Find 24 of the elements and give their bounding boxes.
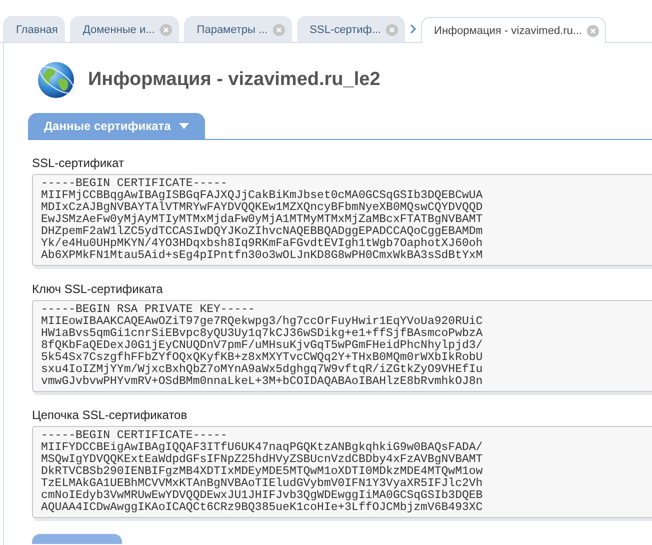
close-icon[interactable] xyxy=(272,24,285,36)
text-area[interactable]: -----BEGIN CERTIFICATE----- MIIFYDCCBEigAwIBAgIQQAF3ITfU6UK47naqPGQKtzANBgkqhkiG9w0BAQsFADA/ MSQwIgYDVQQKExtEaWdpdGFsIFNpZ25hdHVyZSBUcnVzdCBDby4xFzAVBgNVBAMT DkRTVCBSb290IENBIFgzMB4XDTIxMDEyMDE5MTQwM1oXDTI0MDkzMDE4MTQwM1ow TzELMAkGA1UEBhMCVVMxKTAnBgNVBAoTIEludGVybmV0IFN1Y3VyaXR5IFJlc2Vh cmNoIEdyb3VwMRUwEwYDVQQDEwxJU1JHIFJvb3QgWDEwggIiMA0GCSqGSIb3DQEB AQUAA4ICDwAwggIKAoICAQCt6CRz9BQ385ueK1coHIe+3LffOJCMbjzmV6B493XC xyxy=(32,426,652,518)
page-title: Информация - vizavimed.ru_le2 xyxy=(88,69,380,91)
tab-label: Параметры ... xyxy=(196,24,268,36)
field-label: SSL-сертификат xyxy=(32,156,125,170)
field-label: Ключ SSL-сертификата xyxy=(32,282,164,296)
close-icon[interactable] xyxy=(160,24,172,36)
tab[interactable]: Информация - vizavimed.ru... xyxy=(421,17,606,43)
tab-label: Доменные и... xyxy=(82,24,155,36)
close-icon[interactable] xyxy=(587,24,600,36)
tab[interactable]: Доменные и... xyxy=(70,16,179,42)
caret-icon xyxy=(178,123,189,129)
close-icon[interactable] xyxy=(386,24,398,36)
button[interactable] xyxy=(32,534,122,544)
tab-label: SSL-сертиф... xyxy=(310,24,382,36)
tab[interactable]: Главная xyxy=(3,16,65,42)
tab[interactable]: Параметры ... xyxy=(184,16,292,42)
text-area[interactable]: -----BEGIN RSA PRIVATE KEY----- MIIEowIBAAKCAQEAwOZiT97ge7RQekwpg3/hg7ccOrFuyHwir1EqYVoUa920RUiC HW1aBvs5qmGi1cnrSiEBvpc8yQU3Uy1q7kCJ36wSDikg+e1+ffSjfBAsmcoPwbzA 8fQKbFaQEDexJ0G1jEyCNUQDnV7pmF/uMHsuKjvGqT5wPGmFHeidPhcNhylpjd3/ 5k54Sx7CszgfhFFbZYfOQxQKyfKB+z8xMXYTvcCWQq2Y+THxB0MQm0rWXbIkRobU sxu4IoIZMjYYm/WjxcBxhQbZ7oMYnA9aWx5dghgq7W9vftqR/iZGtkZyO9VHEfIu vmwGJvbvwPHYvmRV+OSdBMm0nnaLkeL+3M+bCOIDAQABAoIBAHlzE8bRvmhkOJ8n xyxy=(32,300,652,392)
text-area[interactable]: -----BEGIN CERTIFICATE----- MIIFMjCCBBqgAwIBAgISBGqFAJXQJjCakBiKmJbset0cMA0GCSqGSIb3DQEBCwUA MDIxCzAJBgNVBAYTAlVTMRYwFAYDVQQKEw1MZXQncyBFbmNyeXB0MQswCQYDVQQD EwJSMzAeFw0yMjAyMTIyMTMxMjdaFw0yMjA1MTMyMTMxMjZaMBcxFTATBgNVBAMT DHZpemF2aW1lZC5ydTCCASIwDQYJKoZIhvcNAQEBBQADggEPADCCAQoCggEBAMDm Yk/e4Hu0UHpMKYN/4YO3HDqxbsh8Iq9RKmFaFGvdtEVIgh1tWgb7OaphotXJ60oh Ab6XPMkFN1Mtau5Aid+sEg4pIPntfn30o3wOLJnKD8G8wPH0CmxWkBA3sSdBtYxM xyxy=(32,174,652,266)
tab-label: Информация - vizavimed.ru... xyxy=(434,24,582,36)
tab[interactable]: SSL-сертиф... xyxy=(296,16,406,42)
chevron-right-icon[interactable] xyxy=(410,24,416,34)
field-label: Цепочка SSL-сертификатов xyxy=(32,408,188,422)
tab-label: Главная xyxy=(16,24,58,36)
